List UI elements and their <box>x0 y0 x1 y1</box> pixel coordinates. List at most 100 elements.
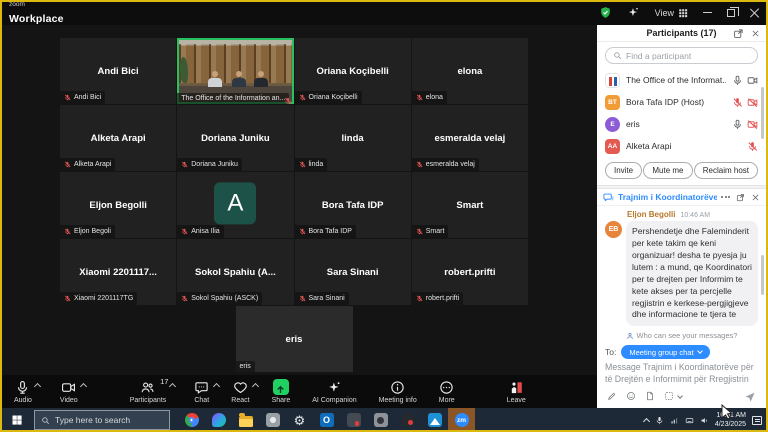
video-options-chevron-icon[interactable] <box>80 382 87 389</box>
attach-file-icon[interactable] <box>645 391 655 401</box>
video-tile[interactable]: Alketa ArapiAlketa Arapi <box>60 105 176 171</box>
taskbar-settings-gear-icon[interactable]: ⚙ <box>286 408 313 432</box>
chat-compose-input[interactable]: Message Trajnim i Koordinatorëve për të … <box>597 361 766 386</box>
start-button[interactable] <box>0 408 34 432</box>
taskbar-file-explorer-icon[interactable] <box>232 408 259 432</box>
participant-row-alketa[interactable]: AA Alketa Arapi <box>597 135 766 157</box>
chat-more-icon[interactable] <box>721 196 730 198</box>
send-icon[interactable] <box>744 390 756 402</box>
recipient-selector[interactable]: Meeting group chat <box>621 345 709 359</box>
action-center-icon[interactable] <box>752 416 762 425</box>
mute-me-button[interactable]: Mute me <box>643 162 692 179</box>
taskbar-recorder-icon[interactable] <box>394 408 421 432</box>
video-tile[interactable]: esmeralda velajesmeralda velaj <box>412 105 528 171</box>
video-tile[interactable]: Xiaomi 2201117...Xiaomi 2201117TG <box>60 239 176 305</box>
more-button[interactable]: More <box>439 380 455 404</box>
taskbar-zoom-icon-active[interactable]: zm <box>448 408 475 432</box>
taskbar-outlook-icon[interactable]: O <box>313 408 340 432</box>
video-tile[interactable]: Sara SinaniSara Sinani <box>295 239 411 305</box>
share-label: Share <box>272 397 291 404</box>
participants-chevron-icon[interactable] <box>169 382 176 389</box>
restore-button[interactable] <box>727 9 735 17</box>
audio-options-chevron-icon[interactable] <box>34 382 41 389</box>
avatar-initials: E <box>605 117 620 132</box>
view-button[interactable]: View <box>655 8 688 18</box>
video-tile[interactable]: elonaelona <box>412 38 528 104</box>
video-tile[interactable]: eriseris <box>236 306 353 372</box>
participants-button[interactable]: 17 Participants <box>130 380 167 404</box>
camera-off-icon[interactable] <box>747 97 758 108</box>
tile-name-label: Sokol Spahiu (ASCK) <box>177 292 262 305</box>
taskbar-photos-icon[interactable] <box>421 408 448 432</box>
camera-on-icon[interactable] <box>747 75 758 86</box>
video-tile[interactable]: Doriana JunikuDoriana Juniku <box>177 105 293 171</box>
participant-row-office[interactable]: The Office of the Informat... (Me) <box>597 69 766 91</box>
chevron-down-icon[interactable] <box>677 393 683 399</box>
reclaim-host-button[interactable]: Reclaim host <box>694 162 758 179</box>
video-tile[interactable]: Bora Tafa IDPBora Tafa IDP <box>295 172 411 238</box>
mic-off-icon <box>181 294 188 303</box>
video-button[interactable]: Video <box>60 380 78 404</box>
leave-door-icon <box>509 380 524 395</box>
emoji-icon[interactable] <box>626 391 636 401</box>
invite-button[interactable]: Invite <box>605 162 642 179</box>
video-tile[interactable]: lindalinda <box>295 105 411 171</box>
camera-off-icon[interactable] <box>747 119 758 130</box>
screenshot-icon[interactable] <box>664 391 674 401</box>
chat-close-icon[interactable] <box>751 193 760 202</box>
chat-button[interactable]: Chat <box>194 380 209 404</box>
close-panel-icon[interactable] <box>751 29 760 38</box>
leave-button[interactable]: Leave <box>507 380 526 404</box>
tray-keyboard-icon[interactable] <box>685 416 694 425</box>
mic-on-icon[interactable] <box>732 75 743 86</box>
chat-chevron-icon[interactable] <box>213 382 220 389</box>
video-tile[interactable]: Eljon BegolliEljon Begoli <box>60 172 176 238</box>
message-bubble[interactable]: Pershendetje dhe Faleminderit per kete t… <box>626 221 758 326</box>
tray-microphone-icon[interactable] <box>655 416 664 425</box>
participant-row-eris[interactable]: E eris <box>597 113 766 135</box>
taskbar-app-icon[interactable] <box>259 408 286 432</box>
participant-name: Alketa Arapi <box>626 141 741 151</box>
tray-volume-icon[interactable] <box>700 416 709 425</box>
meeting-toolbar: Audio Video 17 Participants Chat React S… <box>0 375 597 408</box>
audio-button[interactable]: Audio <box>14 380 32 404</box>
security-shield-icon[interactable] <box>599 6 612 19</box>
taskbar-copilot-icon[interactable] <box>205 408 232 432</box>
video-gallery-area: Andi BiciAndi BiciThe Office of the Info… <box>0 25 597 375</box>
ai-companion-button[interactable]: AI Companion <box>312 380 356 404</box>
title-bar: zoom Workplace View <box>0 0 768 25</box>
video-tile[interactable]: robert.priftirobert.prifti <box>412 239 528 305</box>
chat-panel-header: Trajnim i Koordinatorëve ... <box>597 189 766 206</box>
chat-pop-out-icon[interactable] <box>736 193 745 202</box>
chat-title: Trajnim i Koordinatorëve ... <box>618 192 717 202</box>
react-button[interactable]: React <box>231 380 249 404</box>
format-icon[interactable] <box>607 391 617 401</box>
tray-network-icon[interactable] <box>670 416 679 425</box>
video-tile[interactable]: Andi BiciAndi Bici <box>60 38 176 104</box>
video-tile[interactable]: AAnisa Ilia <box>177 172 293 238</box>
participant-row-bora[interactable]: BT Bora Tafa IDP (Host) <box>597 91 766 113</box>
meeting-info-button[interactable]: Meeting info <box>379 380 417 404</box>
taskbar-device-icon[interactable] <box>340 408 367 432</box>
chat-scrollbar[interactable] <box>761 255 765 295</box>
video-tile[interactable]: Sokol Spahiu (A...Sokol Spahiu (ASCK) <box>177 239 293 305</box>
mic-off-icon[interactable] <box>747 141 758 152</box>
minimize-button[interactable] <box>703 12 712 13</box>
participant-search-input[interactable]: Find a participant <box>605 47 758 64</box>
react-chevron-icon[interactable] <box>252 382 259 389</box>
message-visibility-hint[interactable]: Who can see your messages? <box>597 328 766 342</box>
pop-out-icon[interactable] <box>733 28 744 39</box>
mic-on-icon[interactable] <box>732 119 743 130</box>
video-tile[interactable]: Oriana KoçibelliOriana Koçibelli <box>295 38 411 104</box>
share-button[interactable]: Share <box>272 380 291 404</box>
mic-off-icon[interactable] <box>732 97 743 108</box>
taskbar-chrome-icon[interactable] <box>178 408 205 432</box>
close-button[interactable] <box>750 8 760 18</box>
taskbar-camera-icon[interactable] <box>367 408 394 432</box>
taskbar-search-input[interactable]: Type here to search <box>34 410 170 430</box>
tray-expand-chevron-icon[interactable] <box>643 417 650 424</box>
video-tile[interactable]: The Office of the Information an... <box>177 38 293 104</box>
ai-companion-icon[interactable] <box>627 6 640 19</box>
participants-scrollbar[interactable] <box>761 87 765 139</box>
video-tile[interactable]: SmartSmart <box>412 172 528 238</box>
